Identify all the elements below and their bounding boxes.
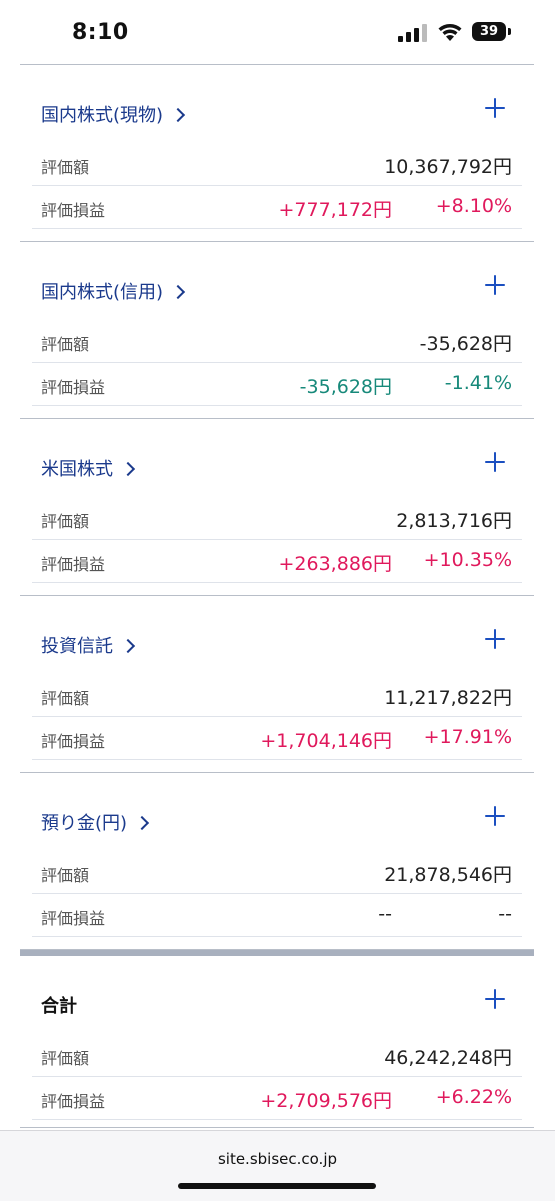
expand-plus-button[interactable]	[484, 805, 506, 827]
pnl-label: 評価損益	[41, 732, 106, 751]
section-title-label: 投資信託	[41, 636, 113, 657]
section-cash-deposit: 預り金(円) 評価額 21,878,546円 評価損益 -- --	[20, 773, 534, 950]
pnl-row: 評価損益 +777,172円 +8.10%	[32, 186, 522, 229]
section-title-link[interactable]: 預り金(円)	[41, 809, 150, 835]
total-title-label: 合計	[41, 996, 77, 1017]
home-indicator[interactable]	[178, 1183, 376, 1189]
section-title-link[interactable]: 国内株式(現物)	[41, 101, 186, 127]
section-title-link[interactable]: 投資信託	[41, 632, 136, 658]
section-domestic-stocks-cash: 国内株式(現物) 評価額 10,367,792円 評価損益 +777,172円 …	[20, 65, 534, 242]
pnl-percent: +17.91%	[423, 726, 512, 748]
pnl-row: 評価損益 +2,709,576円 +6.22%	[32, 1077, 522, 1120]
section-title-label: 国内株式(信用)	[41, 282, 164, 303]
pnl-percent: +6.22%	[435, 1086, 512, 1108]
pnl-row: 評価損益 +263,886円 +10.35%	[32, 540, 522, 583]
battery-tip	[508, 28, 511, 35]
pnl-label: 評価損益	[41, 909, 106, 928]
expand-plus-button[interactable]	[484, 97, 506, 119]
chevron-right-icon	[120, 461, 136, 477]
pnl-amount: -35,628円	[299, 376, 392, 398]
pnl-percent: +10.35%	[423, 549, 512, 571]
pnl-percent: +8.10%	[435, 195, 512, 217]
section-total: 合計 評価額 46,242,248円 評価損益 +2,709,576円 +6.2…	[20, 950, 534, 1128]
pnl-label: 評価損益	[41, 1092, 106, 1111]
valuation-row: 評価額 11,217,822円	[32, 674, 522, 717]
valuation-row: 評価額 46,242,248円	[32, 1034, 522, 1077]
pnl-label: 評価損益	[41, 378, 106, 397]
valuation-row: 評価額 -35,628円	[32, 320, 522, 363]
chevron-right-icon	[170, 284, 186, 300]
browser-bottom-bar: site.sbisec.co.jp	[0, 1130, 555, 1201]
section-domestic-stocks-margin: 国内株式(信用) 評価額 -35,628円 評価損益 -35,628円 -1.4…	[20, 242, 534, 419]
valuation-label: 評価額	[41, 689, 90, 708]
pnl-percent: -1.41%	[444, 372, 512, 394]
battery-icon: 39	[472, 22, 506, 41]
valuation-value: 10,367,792円	[384, 156, 512, 178]
status-bar: 8:10 39	[0, 0, 555, 64]
valuation-value: 21,878,546円	[384, 864, 512, 886]
pnl-percent: --	[498, 903, 512, 925]
portfolio-list: 国内株式(現物) 評価額 10,367,792円 評価損益 +777,172円 …	[20, 64, 534, 1128]
section-us-stocks: 米国株式 評価額 2,813,716円 評価損益 +263,886円 +10.3…	[20, 419, 534, 596]
pnl-row: 評価損益 +1,704,146円 +17.91%	[32, 717, 522, 760]
valuation-value: 46,242,248円	[384, 1047, 512, 1069]
expand-plus-button[interactable]	[484, 451, 506, 473]
cellular-signal-icon	[398, 24, 428, 42]
pnl-row: 評価損益 -35,628円 -1.41%	[32, 363, 522, 406]
valuation-value: 11,217,822円	[384, 687, 512, 709]
valuation-label: 評価額	[41, 158, 90, 177]
valuation-value: 2,813,716円	[396, 510, 512, 532]
pnl-amount: --	[378, 903, 392, 925]
section-title-label: 預り金(円)	[41, 813, 128, 834]
url-bar[interactable]: site.sbisec.co.jp	[0, 1150, 555, 1168]
pnl-label: 評価損益	[41, 555, 106, 574]
section-investment-trusts: 投資信託 評価額 11,217,822円 評価損益 +1,704,146円 +1…	[20, 596, 534, 773]
clock: 8:10	[72, 20, 129, 45]
valuation-label: 評価額	[41, 1049, 90, 1068]
expand-plus-button[interactable]	[484, 274, 506, 296]
total-title: 合計	[41, 992, 77, 1018]
valuation-label: 評価額	[41, 866, 90, 885]
valuation-row: 評価額 10,367,792円	[32, 143, 522, 186]
expand-plus-button[interactable]	[484, 988, 506, 1010]
wifi-icon	[438, 24, 462, 41]
chevron-right-icon	[134, 815, 150, 831]
section-title-link[interactable]: 国内株式(信用)	[41, 278, 186, 304]
expand-plus-button[interactable]	[484, 628, 506, 650]
section-title-link[interactable]: 米国株式	[41, 455, 136, 481]
pnl-amount: +777,172円	[278, 199, 393, 221]
pnl-amount: +1,704,146円	[260, 730, 392, 752]
chevron-right-icon	[170, 107, 186, 123]
valuation-row: 評価額 2,813,716円	[32, 497, 522, 540]
pnl-amount: +263,886円	[278, 553, 393, 575]
pnl-amount: +2,709,576円	[260, 1090, 392, 1112]
valuation-label: 評価額	[41, 335, 90, 354]
valuation-label: 評価額	[41, 512, 90, 531]
valuation-value: -35,628円	[419, 333, 512, 355]
section-title-label: 米国株式	[41, 459, 113, 480]
pnl-row: 評価損益 -- --	[32, 894, 522, 937]
valuation-row: 評価額 21,878,546円	[32, 851, 522, 894]
section-title-label: 国内株式(現物)	[41, 105, 164, 126]
chevron-right-icon	[120, 638, 136, 654]
pnl-label: 評価損益	[41, 201, 106, 220]
